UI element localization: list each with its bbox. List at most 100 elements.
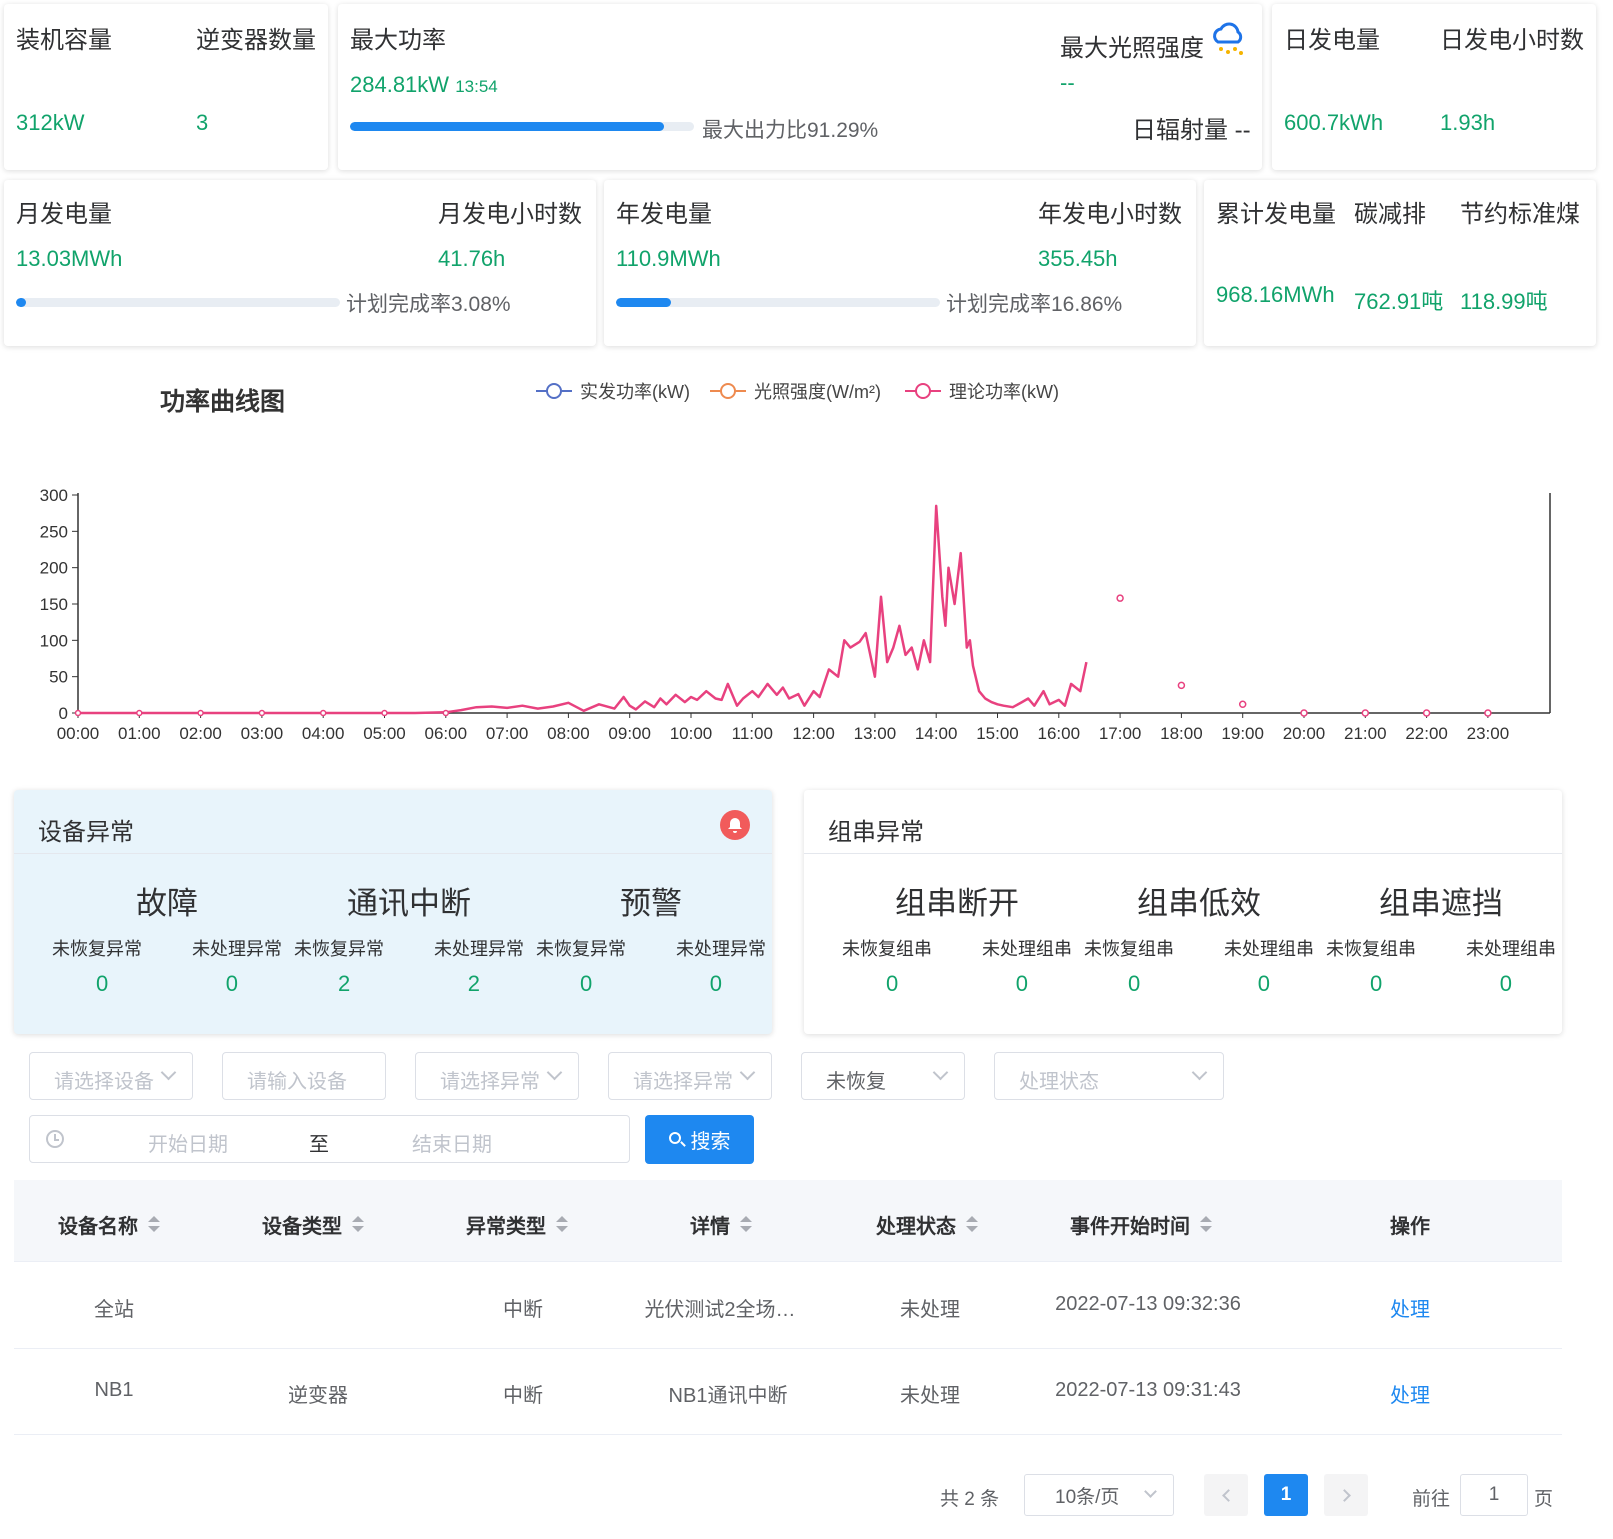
bell-icon[interactable] <box>720 810 750 840</box>
card-monthly: 月发电量 13.03MWh 月发电小时数 41.76h 计划完成率3.08% <box>4 180 596 346</box>
series-point <box>319 709 327 717</box>
th-device-type[interactable]: 设备类型 <box>262 1210 364 1239</box>
alarm-group-values: 00 <box>52 971 282 997</box>
x-tick-label: 11:00 <box>732 724 773 740</box>
x-tick-label: 05:00 <box>363 724 406 740</box>
alarm-value-unprocessed[interactable]: 2 <box>468 971 480 997</box>
date-separator: 至 <box>309 1134 329 1156</box>
th-action: 操作 <box>1390 1210 1430 1239</box>
x-tick-label: 09:00 <box>608 724 651 740</box>
alarm-value-unprocessed[interactable]: 0 <box>710 971 722 997</box>
device-select[interactable]: 请选择设备 <box>29 1052 193 1100</box>
date-range-picker[interactable]: 开始日期 至 结束日期 <box>29 1115 630 1163</box>
process-status-placeholder: 处理状态 <box>1019 1071 1099 1093</box>
process-status-select[interactable]: 处理状态 <box>994 1052 1224 1100</box>
goto-label: 前往 <box>1412 1489 1451 1510</box>
alarm-group-values: 00 <box>536 971 766 997</box>
prev-page-button[interactable] <box>1204 1474 1248 1516</box>
alarm-label-unprocessed: 未处理组串 <box>982 939 1072 959</box>
th-process-status[interactable]: 处理状态 <box>876 1210 978 1239</box>
yearly-plan-bar-fill <box>616 298 671 307</box>
recovery-status-select[interactable]: 未恢复 <box>801 1052 965 1100</box>
search-button[interactable]: 搜索 <box>645 1115 754 1164</box>
monthly-gen-value: 13.03MWh <box>16 246 123 271</box>
start-date-input[interactable]: 开始日期 <box>148 1128 228 1157</box>
max-irradiance-value: -- <box>1060 70 1075 95</box>
series-point <box>1116 594 1124 602</box>
th-start-time[interactable]: 事件开始时间 <box>1070 1210 1212 1239</box>
series-point <box>1177 681 1186 690</box>
alarm-value-unprocessed[interactable]: 0 <box>226 971 238 997</box>
alarm-group-title: 预警 <box>620 886 682 921</box>
alarm-label-unprocessed: 未处理异常 <box>676 939 766 959</box>
x-tick-label: 06:00 <box>425 724 468 740</box>
alarm-value-unrecovered[interactable]: 0 <box>96 971 108 997</box>
process-link[interactable]: 处理 <box>1390 1379 1430 1408</box>
device-input-placeholder: 请输入设备 <box>247 1071 347 1093</box>
cell-device-type: 逆变器 <box>288 1385 348 1407</box>
alarm-value-unrecovered[interactable]: 0 <box>886 971 898 997</box>
process-link[interactable]: 处理 <box>1390 1293 1430 1322</box>
sort-icon[interactable] <box>740 1215 752 1235</box>
alarm-value-unprocessed[interactable]: 0 <box>1258 971 1270 997</box>
alarm-value-unrecovered[interactable]: 0 <box>580 971 592 997</box>
page-size-select[interactable]: 10条/页 <box>1024 1474 1174 1516</box>
alarm-value-unrecovered[interactable]: 0 <box>1370 971 1382 997</box>
daily-hours-label: 日发电小时数 <box>1440 27 1584 54</box>
clock-icon <box>46 1130 64 1148</box>
y-tick-label: 0 <box>59 704 68 723</box>
recovery-status-value: 未恢复 <box>826 1071 886 1093</box>
goto-page-input[interactable]: 1 <box>1460 1474 1528 1516</box>
alarm-group-values: 22 <box>294 971 524 997</box>
chevron-down-icon <box>546 1064 563 1081</box>
sort-icon[interactable] <box>556 1215 568 1235</box>
alarm-label-unrecovered: 未恢复组串 <box>1326 939 1416 959</box>
alarm-value-unrecovered[interactable]: 0 <box>1128 971 1140 997</box>
monthly-hours-label: 月发电小时数 <box>438 201 582 228</box>
alarm-value-unprocessed[interactable]: 0 <box>1500 971 1512 997</box>
sort-icon[interactable] <box>352 1215 364 1235</box>
card-max-power: 最大功率 284.81kW 13:54 最大出力比91.29% 最大光照强度 -… <box>338 4 1262 170</box>
sort-icon[interactable] <box>148 1215 160 1235</box>
alarm-group: 故障 未恢复异常 未处理异常 0 0 <box>52 878 282 997</box>
series-point <box>1484 709 1492 717</box>
daily-gen-value: 600.7kWh <box>1284 110 1384 135</box>
device-alarm-header: 设备异常 <box>14 790 772 854</box>
alarm-group-labels: 未恢复异常 未处理异常 <box>294 935 524 961</box>
monthly-plan-bar <box>16 298 340 307</box>
sort-icon[interactable] <box>966 1215 978 1235</box>
alarm-value-unrecovered[interactable]: 2 <box>338 971 350 997</box>
alarm-label-unrecovered: 未恢复组串 <box>842 939 932 959</box>
th-label: 设备名称 <box>58 1216 138 1238</box>
alarm-group-title: 故障 <box>136 886 198 921</box>
alarm-group-title: 通讯中断 <box>347 886 471 921</box>
alarm-group-title: 组串断开 <box>895 886 1019 921</box>
th-alarm-type[interactable]: 异常类型 <box>466 1210 568 1239</box>
daily-hours-value: 1.93h <box>1440 110 1496 135</box>
alarm-label-unprocessed: 未处理组串 <box>1224 939 1314 959</box>
capacity-label: 装机容量 <box>16 27 112 54</box>
next-page-button[interactable] <box>1324 1474 1368 1516</box>
x-tick-label: 15:00 <box>976 724 1019 740</box>
alarm-select-1[interactable]: 请选择异常 <box>415 1052 579 1100</box>
x-tick-label: 04:00 <box>302 724 345 740</box>
y-tick-label: 300 <box>40 486 68 505</box>
page-1-button[interactable]: 1 <box>1264 1474 1308 1516</box>
device-input[interactable]: 请输入设备 <box>222 1052 386 1100</box>
alarm-label-unrecovered: 未恢复异常 <box>536 939 626 959</box>
x-tick-label: 10:00 <box>670 724 713 740</box>
sort-icon[interactable] <box>1200 1215 1212 1235</box>
table-row: 全站 中断 光伏测试2全场… 未处理 2022-07-13 09:32:36 处… <box>14 1263 1562 1349</box>
x-tick-label: 20:00 <box>1283 724 1326 740</box>
alarm-value-unprocessed[interactable]: 0 <box>1016 971 1028 997</box>
page-size-value: 10条/页 <box>1055 1486 1120 1508</box>
carbon-value: 762.91吨 <box>1354 289 1444 314</box>
alarm-group-labels: 未恢复组串 未处理组串 <box>842 935 1072 961</box>
alarm-group-title: 组串遮挡 <box>1379 886 1503 921</box>
end-date-input[interactable]: 结束日期 <box>412 1128 492 1157</box>
th-label: 详情 <box>690 1216 730 1238</box>
th-detail[interactable]: 详情 <box>690 1210 752 1239</box>
alarm-select-2[interactable]: 请选择异常 <box>608 1052 772 1100</box>
th-device-name[interactable]: 设备名称 <box>58 1210 160 1239</box>
x-tick-label: 01:00 <box>118 724 161 740</box>
